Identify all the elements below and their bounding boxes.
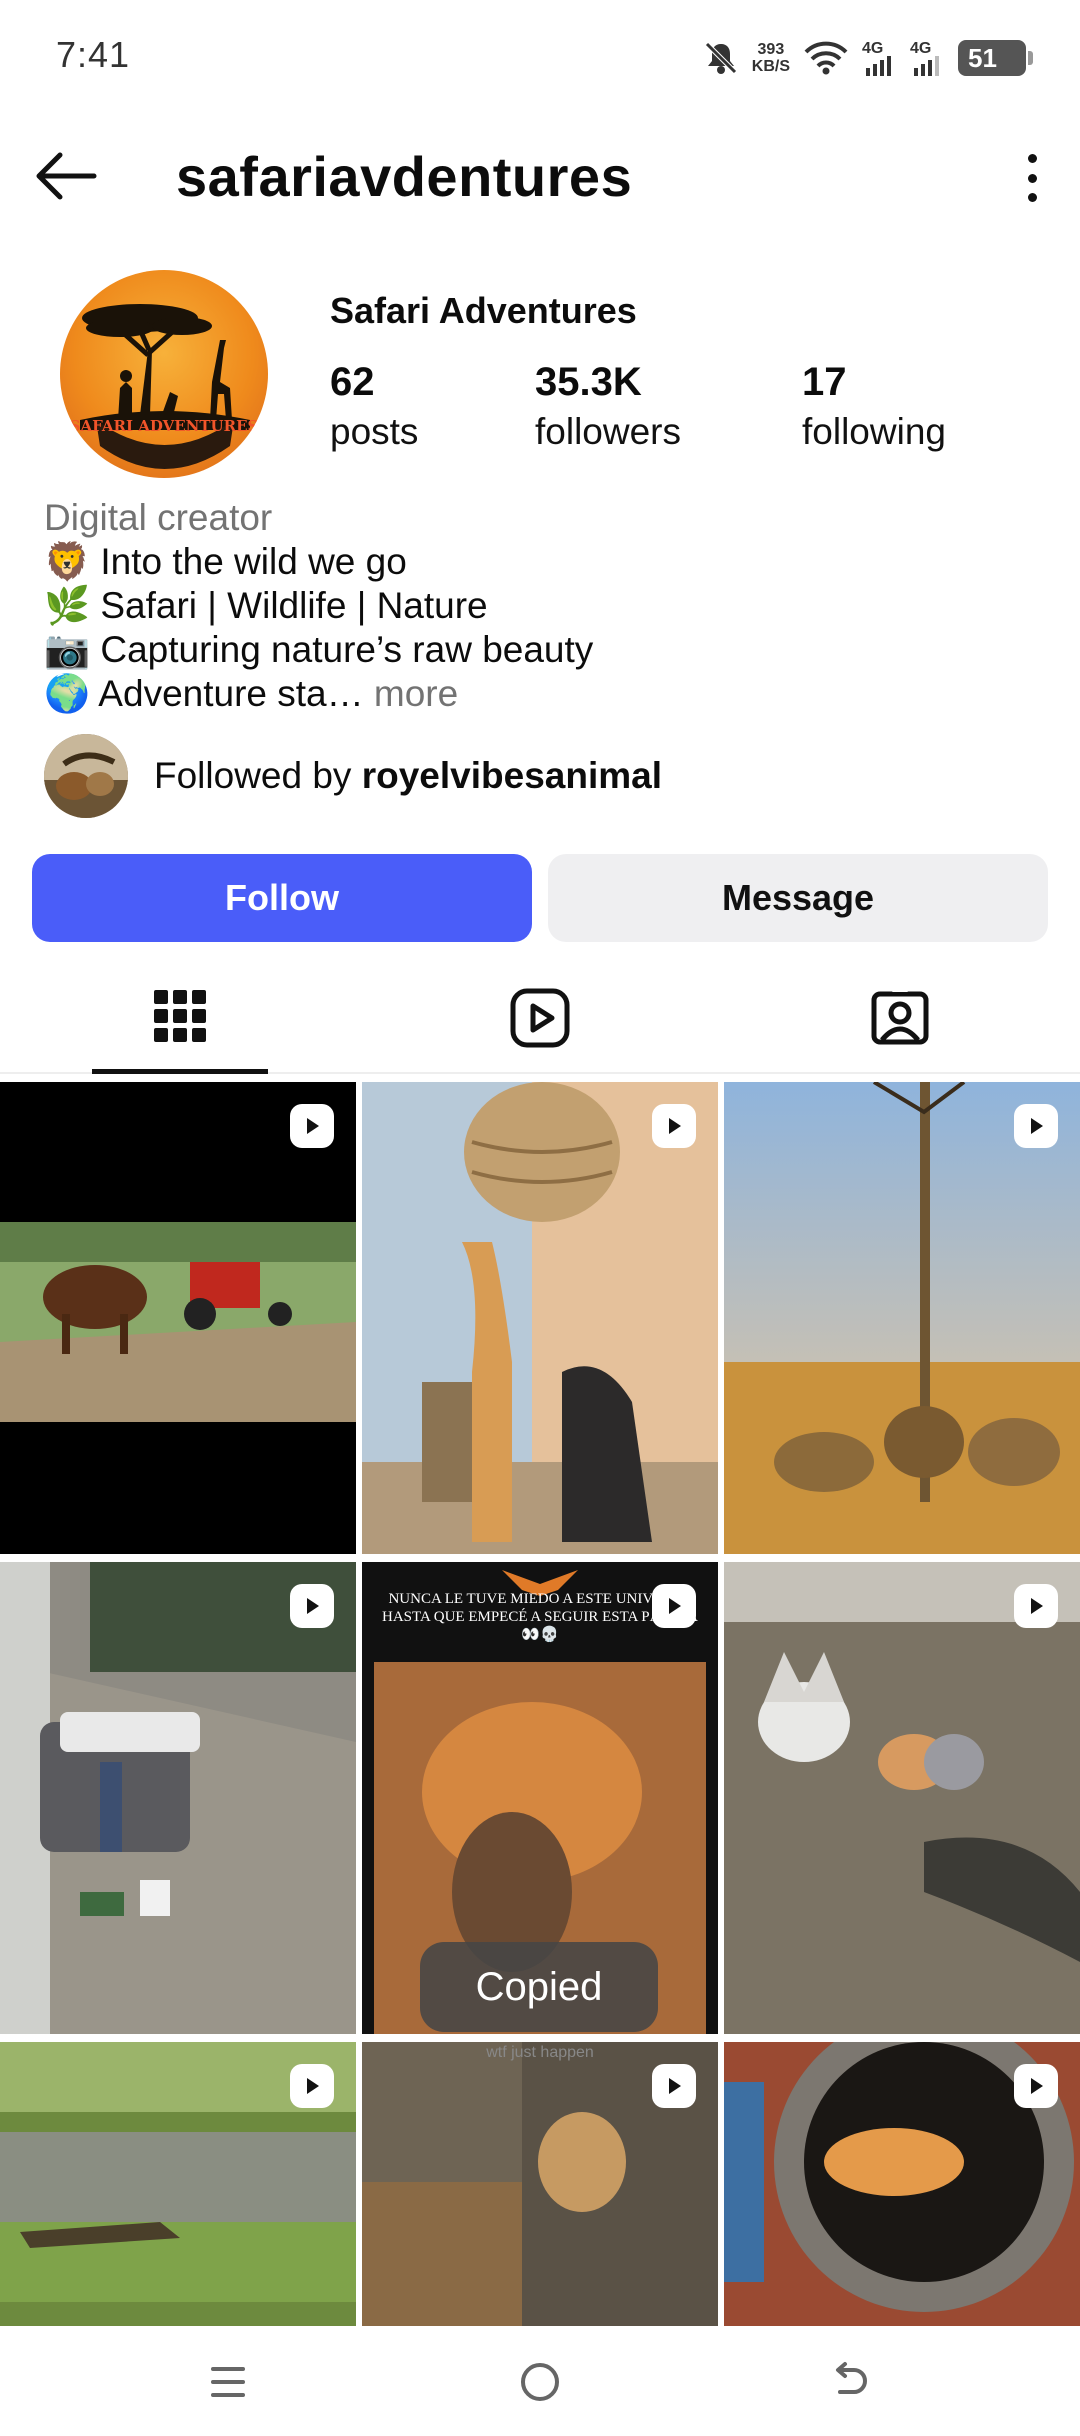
tagged-user-icon — [871, 988, 929, 1045]
wifi-icon — [804, 41, 848, 75]
stat-followers[interactable]: 35.3K followers — [535, 360, 681, 453]
tab-tagged[interactable] — [812, 962, 988, 1074]
followers-count: 35.3K — [535, 360, 642, 404]
recent-apps-button[interactable] — [194, 2350, 264, 2414]
grid-icon — [154, 989, 206, 1042]
following-label: following — [802, 411, 946, 452]
reel-badge — [1014, 1104, 1058, 1148]
safari-logo — [80, 304, 250, 469]
status-bar: 7:41 393 KB/S 4G 4G 51 — [0, 0, 1080, 118]
profile-bio: Digital creator 🦁 Into the wild we go 🌿 … — [44, 496, 1044, 716]
stat-following[interactable]: 17 following — [802, 360, 946, 453]
status-time: 7:41 — [56, 34, 131, 75]
more-vertical-icon — [1027, 173, 1037, 183]
bio-line: 🌿 Safari | Wildlife | Nature — [44, 585, 488, 626]
reel-badge — [1014, 1584, 1058, 1628]
post-thumbnail — [0, 1082, 356, 1554]
follower-avatar-image — [44, 734, 128, 818]
followed-by-username[interactable]: royelvibesanimal — [362, 755, 662, 796]
bio-line: 🌍 Adventure sta… — [44, 673, 364, 714]
play-icon — [307, 1118, 319, 1134]
follower-avatar — [44, 734, 128, 818]
profile-header: safariavdentures — [0, 130, 1080, 222]
arrow-left-icon — [36, 152, 97, 200]
play-icon — [1031, 2078, 1043, 2094]
followed-by-text: Followed by royelvibesanimal — [154, 755, 662, 797]
menu-icon — [211, 2367, 245, 2397]
stat-posts[interactable]: 62 posts — [330, 360, 418, 453]
back-button[interactable] — [30, 146, 100, 206]
back-arrow-icon — [836, 2362, 867, 2394]
tab-reels[interactable] — [452, 962, 628, 1074]
post-thumbnail — [0, 1562, 356, 2034]
logo-text-label: SAFARI ADVENTURES — [69, 417, 259, 435]
system-back-button[interactable] — [815, 2350, 885, 2414]
status-icons: 393 KB/S 4G 4G 51 — [704, 30, 1033, 86]
grid-post[interactable]: wtf just happen — [362, 2042, 718, 2326]
copied-toast: Copied — [420, 1942, 658, 2032]
display-name: Safari Adventures — [330, 290, 637, 331]
tab-posts-grid[interactable] — [92, 962, 268, 1074]
notifications-off-icon — [704, 42, 737, 74]
logo-text: SAFARI ADVENTURES — [60, 418, 268, 434]
grid-post[interactable] — [0, 1082, 356, 1554]
play-icon — [669, 1598, 681, 1614]
message-button[interactable]: Message — [548, 854, 1048, 942]
signal-bars-icon — [914, 56, 939, 76]
play-icon — [1031, 1598, 1043, 1614]
grid-post[interactable] — [724, 2042, 1080, 2326]
system-nav-bar — [0, 2326, 1080, 2436]
battery-indicator: 51 — [958, 40, 1033, 76]
profile-avatar[interactable]: SAFARI ADVENTURES — [60, 270, 268, 478]
grid-post[interactable] — [724, 1082, 1080, 1554]
grid-post[interactable] — [0, 1562, 356, 2034]
play-icon — [1031, 1118, 1043, 1134]
play-icon — [307, 1598, 319, 1614]
post-thumbnail — [724, 1562, 1080, 2034]
post-thumbnail — [724, 1082, 1080, 1554]
reel-badge — [290, 1584, 334, 1628]
more-options-button[interactable] — [1014, 150, 1050, 206]
post-caption-text: wtf just happen — [486, 2044, 594, 2061]
reel-badge — [652, 2064, 696, 2108]
posts-grid: NUNCA LE TUVE MIEDO A ESTE UNIVERSO HAST… — [0, 1082, 1080, 2326]
reel-badge — [290, 2064, 334, 2108]
following-count: 17 — [802, 360, 847, 404]
post-thumbnail — [362, 1082, 718, 1554]
followed-by-prefix: Followed by — [154, 755, 362, 796]
home-button[interactable] — [505, 2350, 575, 2414]
play-icon — [669, 2078, 681, 2094]
grid-post[interactable] — [362, 1082, 718, 1554]
reel-badge — [652, 1104, 696, 1148]
home-circle-icon — [521, 2363, 559, 2401]
more-vertical-icon — [1027, 193, 1037, 202]
reel-badge — [652, 1584, 696, 1628]
signal-bars-icon — [866, 56, 891, 76]
grid-post[interactable] — [0, 2042, 356, 2326]
more-vertical-icon — [1027, 154, 1037, 163]
profile-tabs — [0, 962, 1080, 1074]
bio-line-last: 🌍 Adventure sta… more — [44, 672, 1044, 716]
signal-4g-1: 4G — [862, 38, 896, 78]
followers-label: followers — [535, 411, 681, 452]
followed-by[interactable]: Followed by royelvibesanimal — [44, 734, 662, 818]
posts-label: posts — [330, 411, 419, 452]
network-speed-value: 393 — [757, 41, 785, 58]
reel-badge — [1014, 2064, 1058, 2108]
network-speed: 393 KB/S — [752, 41, 790, 75]
grid-post[interactable] — [724, 1562, 1080, 2034]
bio-line: 📷 Capturing nature’s raw beauty — [44, 629, 594, 670]
signal-4g-2: 4G — [910, 38, 944, 78]
profile-username: safariavdentures — [176, 145, 633, 208]
play-icon — [669, 1118, 681, 1134]
bio-more-link[interactable]: more — [374, 673, 458, 714]
reels-icon — [510, 988, 570, 1048]
follow-button[interactable]: Follow — [32, 854, 532, 942]
play-icon — [307, 2078, 319, 2094]
profile-category: Digital creator — [44, 497, 273, 538]
bio-line: 🦁 Into the wild we go — [44, 541, 407, 582]
posts-count: 62 — [330, 360, 375, 404]
network-speed-unit: KB/S — [751, 58, 790, 75]
reel-badge — [290, 1104, 334, 1148]
